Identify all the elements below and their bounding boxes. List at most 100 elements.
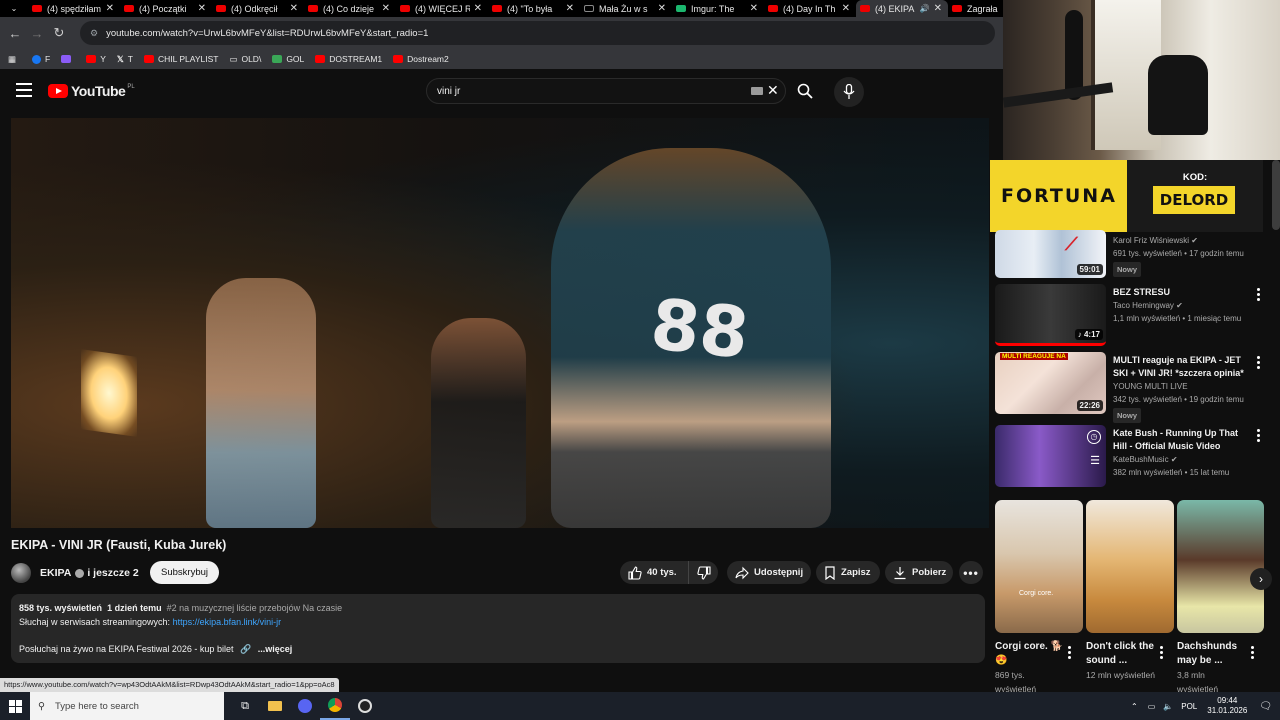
more-vertical-icon[interactable] bbox=[1251, 646, 1254, 661]
bookmark-x[interactable]: 𝕏T bbox=[117, 54, 133, 65]
browser-tab[interactable]: (4) Odkręcił ✕ bbox=[212, 0, 304, 17]
next-arrow-button[interactable]: › bbox=[1250, 568, 1272, 590]
channel-collaborators[interactable]: i jeszcze 2 bbox=[87, 567, 138, 579]
close-icon[interactable]: ✕ bbox=[290, 3, 298, 14]
recommendation-item[interactable]: ◷ ☰ Kate Bush - Running Up That Hill - O… bbox=[995, 425, 1265, 491]
scrollbar[interactable] bbox=[1272, 160, 1280, 230]
short-thumbnail[interactable] bbox=[1177, 500, 1264, 633]
site-info-icon[interactable]: ⚙ bbox=[90, 28, 98, 39]
channel-name[interactable]: Karol Friz Wiśniewski ✔ bbox=[1113, 234, 1253, 247]
short-caption[interactable]: Dachshunds may be ... 3,8 mln wyświetleń bbox=[1177, 640, 1247, 696]
short-thumbnail[interactable]: Corgi core. bbox=[995, 500, 1083, 633]
search-input[interactable]: vini jr ✕ bbox=[426, 78, 786, 104]
back-arrow-icon[interactable]: ← bbox=[4, 26, 26, 41]
discord-icon[interactable] bbox=[290, 692, 320, 720]
show-more-button[interactable]: ...więcej bbox=[258, 644, 293, 654]
bookmark-facebook[interactable]: F bbox=[32, 54, 50, 64]
chrome-icon[interactable] bbox=[320, 692, 350, 720]
short-thumbnail[interactable] bbox=[1086, 500, 1174, 633]
close-icon[interactable]: ✕ bbox=[198, 3, 206, 14]
save-button[interactable]: Zapisz bbox=[816, 561, 880, 584]
close-icon[interactable]: ✕ bbox=[106, 3, 114, 14]
close-icon[interactable]: ✕ bbox=[382, 3, 390, 14]
more-vertical-icon[interactable] bbox=[1257, 429, 1261, 444]
channel-name[interactable]: Taco Hemingway ✔ bbox=[1113, 299, 1253, 312]
more-vertical-icon[interactable] bbox=[1257, 356, 1261, 371]
youtube-logo[interactable]: YouTube PL bbox=[48, 83, 135, 99]
network-icon[interactable]: ▭ bbox=[1148, 702, 1156, 711]
bookmark-dostream1[interactable]: DOSTREAM1 bbox=[315, 54, 382, 64]
browser-tab[interactable]: Mała Żu w s ✕ bbox=[580, 0, 672, 17]
watch-later-icon[interactable]: ◷ bbox=[1087, 430, 1101, 444]
bookmark-chil-playlist[interactable]: CHIL PLAYLIST bbox=[143, 54, 218, 64]
bookmark-youtube[interactable]: Y bbox=[86, 54, 106, 64]
bookmark-twitch[interactable] bbox=[61, 55, 75, 63]
close-icon[interactable]: ✕ bbox=[842, 3, 850, 14]
browser-tab[interactable]: (4) Początki ✕ bbox=[120, 0, 212, 17]
channel-name[interactable]: KateBushMusic ✔ bbox=[1113, 453, 1253, 466]
apps-grid-icon[interactable]: ▦ bbox=[8, 54, 16, 65]
avatar[interactable] bbox=[11, 563, 31, 583]
short-caption[interactable]: Corgi core. 🐕😍 869 tys. wyświetleń bbox=[995, 640, 1065, 696]
browser-tab[interactable]: Imgur: The ✕ bbox=[672, 0, 764, 17]
browser-tab[interactable]: (4) Co dzieje ✕ bbox=[304, 0, 396, 17]
channel-name[interactable]: YOUNG MULTI LIVE bbox=[1113, 380, 1253, 393]
clear-search-icon[interactable]: ✕ bbox=[767, 82, 779, 99]
forward-arrow-icon[interactable]: → bbox=[26, 26, 48, 41]
browser-tab[interactable]: (4) WIĘCEJ R ✕ bbox=[396, 0, 488, 17]
more-vertical-icon[interactable] bbox=[1257, 288, 1261, 303]
video-description[interactable]: 858 tys. wyświetleń 1 dzień temu #2 na m… bbox=[11, 594, 985, 663]
close-icon[interactable]: ✕ bbox=[566, 3, 574, 14]
close-icon[interactable]: ✕ bbox=[474, 3, 482, 14]
obs-icon[interactable] bbox=[350, 692, 380, 720]
address-bar[interactable]: ⚙ youtube.com/watch?v=UrwL6bvMFeY&list=R… bbox=[80, 21, 995, 45]
like-button[interactable]: 40 tys. bbox=[620, 561, 688, 584]
video-title[interactable]: BEZ STRESU bbox=[1113, 286, 1253, 299]
browser-tab-active[interactable]: (4) EKIPA 🔊 ✕ bbox=[856, 0, 948, 17]
video-thumbnail[interactable]: ⟋ 59:01 bbox=[995, 230, 1106, 278]
volume-icon[interactable]: 🔈 bbox=[1163, 702, 1173, 711]
browser-tab[interactable]: Zagrała bbox=[948, 0, 1008, 17]
more-actions-button[interactable]: ••• bbox=[959, 561, 983, 584]
close-icon[interactable]: ✕ bbox=[934, 3, 942, 14]
recommendation-item[interactable]: ♪ 4:17 BEZ STRESU Taco Hemingway ✔ 1,1 m… bbox=[995, 284, 1265, 350]
recommendation-item[interactable]: MULTI REAGUJE NA 22:26 MULTI reaguje na … bbox=[995, 352, 1265, 423]
close-icon[interactable]: ✕ bbox=[658, 3, 666, 14]
voice-search-button[interactable] bbox=[834, 77, 864, 107]
more-vertical-icon[interactable] bbox=[1068, 646, 1071, 661]
chevron-up-icon[interactable]: ⌃ bbox=[1131, 702, 1138, 711]
reload-icon[interactable]: ↻ bbox=[48, 25, 70, 41]
bookmark-gol[interactable]: GOL bbox=[272, 54, 304, 64]
share-button[interactable]: Udostępnij bbox=[727, 561, 811, 584]
recommendation-item[interactable]: ⟋ 59:01 Karol Friz Wiśniewski ✔ 691 tys.… bbox=[995, 230, 1265, 280]
video-title[interactable]: Kate Bush - Running Up That Hill - Offic… bbox=[1113, 427, 1253, 453]
browser-tab[interactable]: (4) Day In Th ✕ bbox=[764, 0, 856, 17]
close-icon[interactable]: ✕ bbox=[750, 3, 758, 14]
notifications-icon[interactable]: 🗨 bbox=[1259, 701, 1272, 712]
dislike-button[interactable] bbox=[688, 561, 718, 584]
browser-tab[interactable]: (4) "To była ✕ bbox=[488, 0, 580, 17]
language-indicator[interactable]: POL bbox=[1181, 702, 1197, 711]
keyboard-icon[interactable] bbox=[751, 87, 763, 95]
video-player[interactable]: 88 bbox=[11, 118, 989, 528]
video-title[interactable]: MULTI reaguje na EKIPA - JET SKI + VINI … bbox=[1113, 354, 1253, 380]
video-thumbnail[interactable]: ◷ ☰ bbox=[995, 425, 1106, 487]
streaming-link[interactable]: https://ekipa.bfan.link/vini-jr bbox=[173, 617, 282, 627]
short-caption[interactable]: Don't click the sound ... 12 mln wyświet… bbox=[1086, 640, 1156, 682]
file-explorer-icon[interactable] bbox=[260, 692, 290, 720]
hamburger-menu-icon[interactable] bbox=[16, 83, 32, 97]
channel-name[interactable]: EKIPA bbox=[40, 567, 71, 579]
browser-tab[interactable]: (4) spędziłam ✕ bbox=[28, 0, 120, 17]
video-thumbnail[interactable]: MULTI REAGUJE NA 22:26 bbox=[995, 352, 1106, 414]
bookmark-dostream2[interactable]: Dostream2 bbox=[393, 54, 449, 64]
channel-info[interactable]: EKIPA i jeszcze 2 bbox=[11, 561, 139, 585]
video-thumbnail[interactable]: ♪ 4:17 bbox=[995, 284, 1106, 346]
add-to-queue-icon[interactable]: ☰ bbox=[1090, 454, 1100, 467]
tab-search-button[interactable]: ⌄ bbox=[0, 0, 28, 17]
more-vertical-icon[interactable] bbox=[1160, 646, 1163, 661]
search-button[interactable] bbox=[788, 78, 822, 104]
bookmark-folder-old[interactable]: ▭ OLD\ bbox=[229, 54, 261, 65]
subscribe-button[interactable]: Subskrybuj bbox=[150, 561, 219, 584]
start-button[interactable] bbox=[0, 692, 30, 720]
clock[interactable]: 09:44 31.01.2026 bbox=[1207, 696, 1247, 716]
